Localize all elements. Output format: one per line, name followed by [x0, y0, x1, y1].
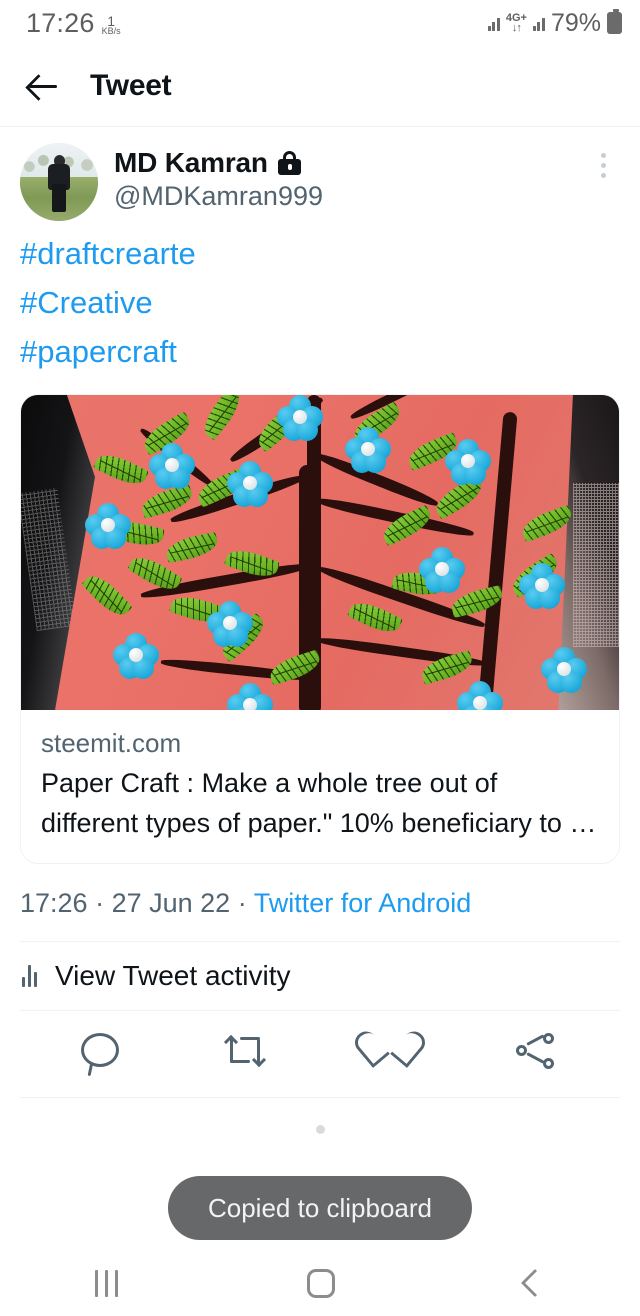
retweet-icon — [223, 1033, 266, 1069]
display-name-row: MD Kamran — [114, 147, 570, 179]
handle[interactable]: @MDKamran999 — [114, 181, 570, 212]
network-speed-unit: KB/s — [101, 25, 121, 36]
home-icon[interactable] — [307, 1268, 336, 1298]
link-title: Paper Craft : Make a whole tree out of d… — [41, 768, 597, 838]
tweet-body: #draftcrearte #Creative #papercraft — [20, 221, 620, 376]
analytics-bars-icon — [22, 965, 37, 987]
app-bar: Tweet — [0, 46, 640, 126]
share-icon — [515, 1033, 554, 1069]
view-tweet-activity-button[interactable]: View Tweet activity — [20, 942, 620, 1010]
tweet-time: 17:26 — [20, 888, 88, 918]
like-button[interactable] — [371, 1033, 415, 1077]
network-type-indicator: 4G+ ↓↑ — [506, 13, 527, 34]
tweet-action-bar — [20, 1011, 620, 1097]
link-preview-body: steemit.com Paper Craft : Make a whole t… — [21, 710, 619, 863]
battery-percent-label: 79% — [550, 8, 601, 37]
recents-icon[interactable] — [94, 1269, 118, 1297]
avatar-person-legs — [52, 183, 66, 212]
page-title: Tweet — [90, 69, 172, 102]
hashtag-link-3[interactable]: #papercraft — [20, 327, 620, 376]
meta-sep-1: · — [87, 888, 112, 918]
arrow-left-icon[interactable] — [26, 69, 60, 103]
tweet-date: 27 Jun 22 — [111, 888, 231, 918]
android-navigation-bar — [0, 1250, 640, 1316]
reply-button[interactable] — [80, 1033, 125, 1077]
share-button[interactable] — [515, 1033, 560, 1077]
heart-icon — [371, 1033, 409, 1067]
tweet-source[interactable]: Twitter for Android — [254, 888, 472, 918]
signal-bars-icon-1 — [487, 16, 500, 31]
loading-indicator — [315, 1125, 325, 1134]
network-speed-value: 1 — [107, 12, 115, 29]
view-tweet-activity-label: View Tweet activity — [55, 960, 291, 991]
data-arrows-icon: ↓↑ — [511, 22, 522, 34]
tweet-detail: MD Kamran @MDKamran999 #draftcrearte #Cr… — [0, 127, 640, 1134]
link-preview-card[interactable]: steemit.com Paper Craft : Make a whole t… — [20, 394, 620, 864]
reply-icon — [80, 1033, 119, 1067]
tweet-meta: 17:26 · 27 Jun 22 · Twitter for Android — [20, 864, 620, 941]
more-vertical-icon[interactable] — [586, 143, 620, 178]
status-bar-right: 4G+ ↓↑ 79% — [487, 8, 622, 37]
status-bar: 17:26 1 KB/s 4G+ ↓↑ 79% — [0, 0, 640, 46]
hashtag-link-2[interactable]: #Creative — [20, 278, 620, 327]
signal-bars-icon-2 — [532, 16, 545, 31]
status-clock: 17:26 — [26, 7, 95, 38]
hashtag-link-1[interactable]: #draftcrearte — [20, 229, 620, 278]
status-bar-left: 17:26 1 KB/s — [26, 7, 121, 38]
tweet-author-row: MD Kamran @MDKamran999 — [20, 143, 620, 221]
link-domain: steemit.com — [41, 728, 182, 758]
avatar[interactable] — [20, 143, 98, 221]
display-name[interactable]: MD Kamran — [114, 147, 268, 179]
toast-message: Copied to clipboard — [167, 1176, 473, 1240]
network-speed-indicator: 1 KB/s — [101, 12, 121, 37]
lock-icon — [277, 151, 301, 175]
link-preview-image — [21, 395, 619, 710]
battery-icon — [607, 9, 622, 34]
actions-divider — [20, 1097, 620, 1098]
meta-sep-2: · — [230, 888, 254, 918]
author-names: MD Kamran @MDKamran999 — [114, 143, 570, 212]
retweet-button[interactable] — [223, 1033, 270, 1077]
back-chevron-icon[interactable] — [520, 1268, 550, 1298]
